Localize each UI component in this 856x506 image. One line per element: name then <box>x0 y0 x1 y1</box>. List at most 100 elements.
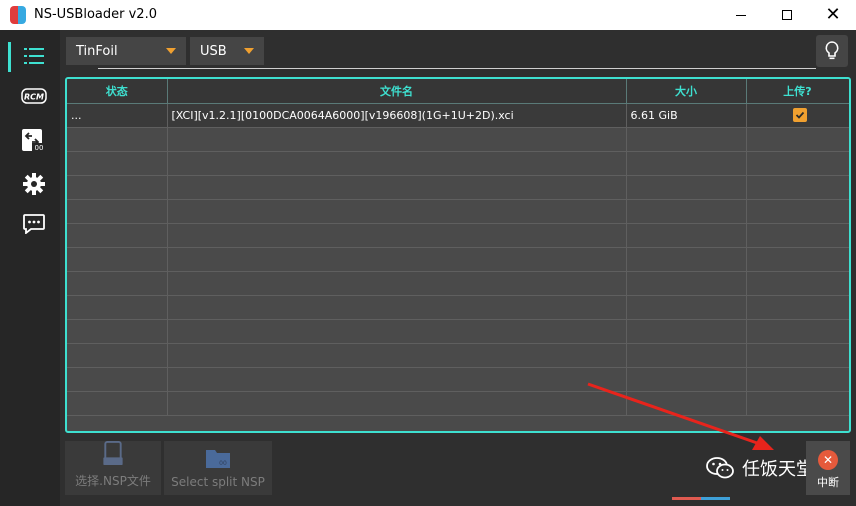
table-row-empty <box>67 319 849 344</box>
network-select-value: USB <box>200 43 227 59</box>
table-cell-empty <box>746 127 849 152</box>
table-cell-empty <box>167 223 627 248</box>
table-cell-empty <box>167 271 627 296</box>
sidebar-item-games[interactable] <box>10 38 58 74</box>
sidebar-item-rcm[interactable]: RCM <box>10 78 58 114</box>
table-cell-empty <box>746 319 849 344</box>
lightbulb-icon <box>825 41 839 60</box>
table-cell-empty <box>167 319 627 344</box>
maximize-icon <box>782 10 792 20</box>
table-cell-empty <box>67 151 168 176</box>
table-header-row: 状态 文件名 大小 上传? <box>67 79 849 104</box>
close-button[interactable]: ✕ <box>810 0 856 30</box>
table-cell-empty <box>67 271 168 296</box>
table-cell-empty <box>167 199 627 224</box>
watermark-text: 任饭天堂 <box>742 459 814 480</box>
table-row-empty <box>67 343 849 368</box>
minimize-icon <box>736 14 746 16</box>
table-cell-empty <box>746 151 849 176</box>
sidebar-item-logs[interactable] <box>10 206 58 242</box>
table-row-empty <box>67 127 849 152</box>
list-icon <box>24 48 44 64</box>
switch-logo-icon <box>10 6 26 24</box>
table-cell-empty <box>626 247 747 272</box>
chevron-down-icon <box>244 48 254 54</box>
table-cell-empty <box>626 319 747 344</box>
cell-upload <box>746 103 849 128</box>
table-cell-empty <box>626 199 747 224</box>
chevron-down-icon <box>166 48 176 54</box>
table-cell-empty <box>167 295 627 320</box>
close-icon: ✕ <box>825 4 841 25</box>
table-cell-empty <box>167 367 627 392</box>
network-select[interactable]: USB <box>190 37 264 65</box>
table-row-empty <box>67 223 849 248</box>
table-cell-empty <box>67 199 168 224</box>
svg-text:RCM: RCM <box>24 93 44 102</box>
gear-icon <box>23 173 45 195</box>
table-cell-empty <box>626 343 747 368</box>
maximize-button[interactable] <box>764 0 810 30</box>
wechat-watermark: 任饭天堂 <box>706 455 814 481</box>
select-nsp-label: 选择.NSP文件 <box>75 474 151 488</box>
column-header-size[interactable]: 大小 <box>626 79 747 104</box>
table-cell-empty <box>626 151 747 176</box>
table-cell-empty <box>746 199 849 224</box>
tablet-icon <box>103 441 123 466</box>
table-cell-empty <box>746 271 849 296</box>
table-cell-empty <box>626 175 747 200</box>
minimize-button[interactable] <box>718 0 764 30</box>
rcm-icon: RCM <box>21 88 47 104</box>
table-cell-empty <box>746 175 849 200</box>
table-cell-empty <box>67 367 168 392</box>
svg-text:00: 00 <box>35 144 44 151</box>
select-split-nsp-label: Select split NSP <box>171 475 265 489</box>
app-window: NS-USBloader v2.0 ✕ RCM 00 TinFoil USB 状… <box>0 0 856 506</box>
cell-size: 6.61 GiB <box>626 103 747 128</box>
table-cell-empty <box>67 319 168 344</box>
table-cell-empty <box>67 223 168 248</box>
cell-status: ... <box>67 103 168 128</box>
upload-checkbox[interactable] <box>792 108 807 122</box>
protocol-select[interactable]: TinFoil <box>66 37 186 65</box>
annotation-arrow <box>587 382 774 450</box>
split-merge-icon: 00 <box>22 129 46 151</box>
table-row[interactable]: ... [XCI][v1.2.1][0100DCA0064A6000][v196… <box>67 103 849 128</box>
table-row-empty <box>67 295 849 320</box>
select-split-nsp-button[interactable]: 00 Select split NSP <box>164 441 272 495</box>
window-title: NS-USBloader v2.0 <box>34 7 157 22</box>
stop-upload-button[interactable]: ✕ 中断 <box>806 441 850 495</box>
table-cell-empty <box>67 127 168 152</box>
theme-toggle-button[interactable] <box>816 35 848 67</box>
column-header-filename[interactable]: 文件名 <box>167 79 627 104</box>
table-cell-empty <box>167 343 627 368</box>
table-cell-empty <box>67 295 168 320</box>
table-cell-empty <box>626 223 747 248</box>
table-cell-empty <box>746 343 849 368</box>
protocol-select-value: TinFoil <box>76 43 118 59</box>
table-cell-empty <box>167 247 627 272</box>
chat-icon <box>23 214 45 234</box>
table-cell-empty <box>67 391 168 416</box>
table-cell-empty <box>67 247 168 272</box>
toolbar-divider <box>98 68 816 69</box>
select-nsp-button[interactable]: 选择.NSP文件 <box>65 441 161 495</box>
table-cell-empty <box>167 151 627 176</box>
table-cell-empty <box>626 127 747 152</box>
folder-icon: 00 <box>206 450 230 468</box>
table-row-empty <box>67 151 849 176</box>
progress-bar <box>672 497 730 500</box>
sidebar: RCM 00 <box>0 30 60 506</box>
table-cell-empty <box>167 175 627 200</box>
cell-filename: [XCI][v1.2.1][0100DCA0064A6000][v196608]… <box>167 103 627 128</box>
table-cell-empty <box>167 127 627 152</box>
table-cell-empty <box>746 223 849 248</box>
sidebar-item-settings[interactable] <box>10 166 58 202</box>
svg-text:00: 00 <box>219 460 227 467</box>
table-row-empty <box>67 247 849 272</box>
sidebar-item-split-merge[interactable]: 00 <box>10 122 58 158</box>
title-bar: NS-USBloader v2.0 ✕ <box>0 0 856 30</box>
column-header-upload[interactable]: 上传? <box>746 79 849 104</box>
column-header-status[interactable]: 状态 <box>67 79 168 104</box>
table-cell-empty <box>746 295 849 320</box>
